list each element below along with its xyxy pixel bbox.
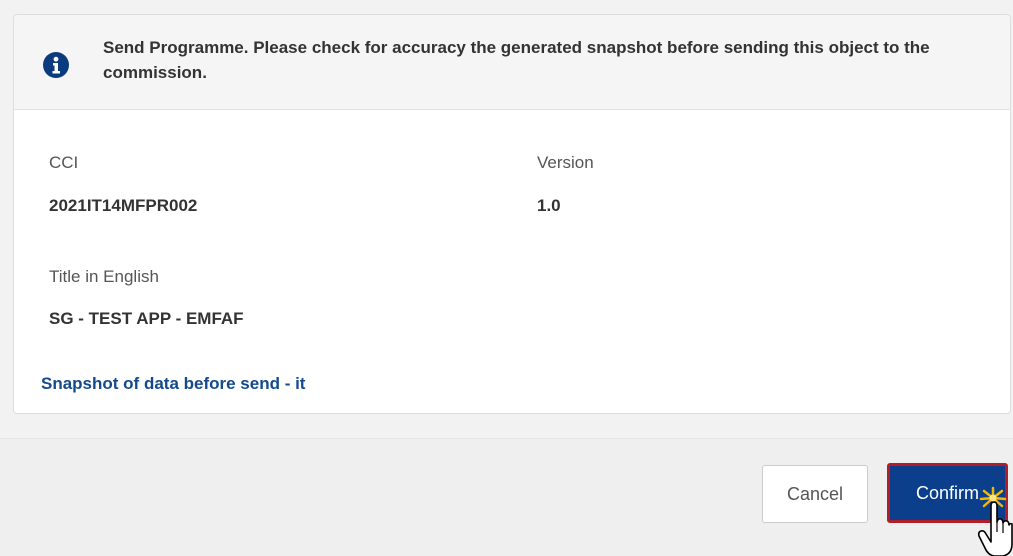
info-icon xyxy=(43,52,69,78)
version-label: Version xyxy=(537,153,594,172)
cci-label: CCI xyxy=(49,153,79,172)
hand-pointer-icon xyxy=(977,486,1013,556)
snapshot-panel: Send Programme. Please check for accurac… xyxy=(13,14,1011,414)
title-label: Title in English xyxy=(49,267,159,286)
version-value: 1.0 xyxy=(537,196,561,215)
title-value: SG - TEST APP - EMFAF xyxy=(49,309,244,328)
dialog-body: Send Programme. Please check for accurac… xyxy=(0,0,1013,438)
panel-header: Send Programme. Please check for accurac… xyxy=(14,15,1010,110)
info-message: Send Programme. Please check for accurac… xyxy=(103,38,930,82)
cancel-button[interactable]: Cancel xyxy=(762,465,868,523)
snapshot-link[interactable]: Snapshot of data before send - it xyxy=(41,374,305,394)
cci-value: 2021IT14MFPR002 xyxy=(49,196,198,215)
